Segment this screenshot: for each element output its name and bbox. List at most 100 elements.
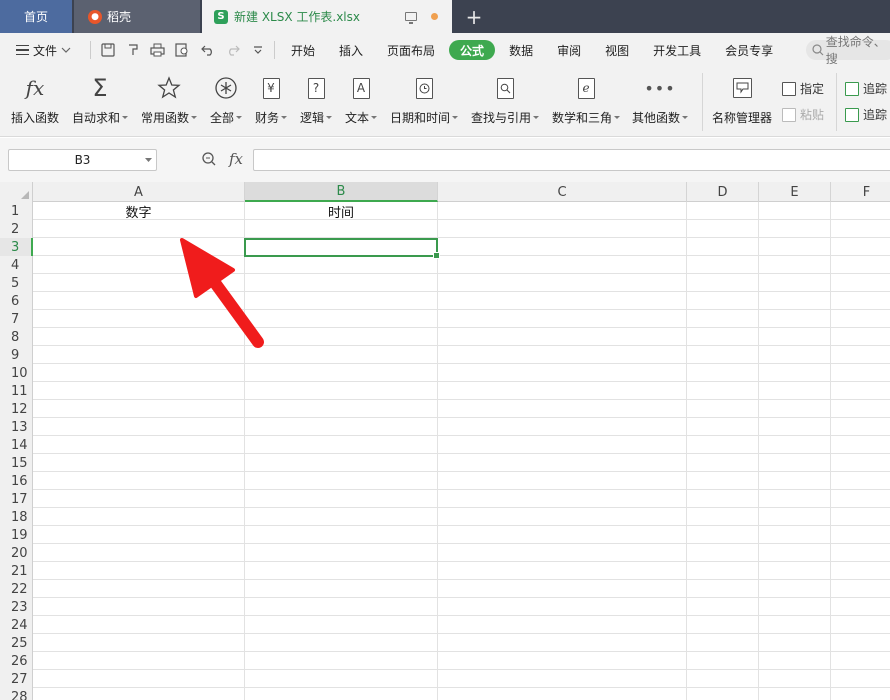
table-row: 2 [0,220,890,238]
assign-name-button[interactable]: 指定 [782,80,824,97]
row-header[interactable]: 22 [0,580,33,598]
monitor-icon[interactable] [405,12,417,24]
name-manager-button[interactable]: 名称管理器 [712,75,772,126]
row-header[interactable]: 1 [0,202,33,220]
undo-icon[interactable] [195,44,220,56]
menu-item-data[interactable]: 数据 [497,40,545,60]
row-header[interactable]: 23 [0,598,33,616]
fx-icon[interactable]: fx [229,150,243,168]
zoom-icon[interactable] [201,151,217,167]
financial-button[interactable]: ¥ 财务 [255,75,288,126]
column-header-e[interactable]: E [759,182,831,202]
table-row: 10 [0,364,890,382]
column-header-d[interactable]: D [687,182,759,202]
math-e-icon: e [577,77,595,99]
column-header-c[interactable]: C [438,182,687,202]
row-header[interactable]: 2 [0,220,33,238]
name-box-value: B3 [74,153,91,167]
logical-button[interactable]: ? 逻辑 [300,75,333,126]
row-header[interactable]: 5 [0,274,33,292]
menu-item-page-layout[interactable]: 页面布局 [375,40,447,60]
new-tab-plus-icon[interactable]: + [462,0,486,33]
row-header[interactable]: 11 [0,382,33,400]
column-headers: A B C D E F [0,182,890,202]
row-header[interactable]: 26 [0,652,33,670]
row-header[interactable]: 27 [0,670,33,688]
column-header-a[interactable]: A [33,182,245,202]
text-a-icon: A [352,77,370,99]
print-icon[interactable] [145,43,170,57]
row-header[interactable]: 6 [0,292,33,310]
command-search-input[interactable]: 查找命令、搜 [806,35,890,66]
row-header[interactable]: 18 [0,508,33,526]
customize-quick-access-icon[interactable] [245,46,270,54]
redo-icon[interactable] [220,44,245,56]
select-all-corner[interactable] [0,182,33,202]
row-header[interactable]: 25 [0,634,33,652]
active-cell-b3[interactable] [244,238,440,259]
row-header[interactable]: 15 [0,454,33,472]
spreadsheet-grid[interactable]: A B C D E F 1 数字 时间 2 3 4 5 6 7 8 9 10 11 12 13 14 15 16 1… [0,182,890,700]
all-functions-button[interactable]: 全部 [210,75,243,126]
menu-item-developer[interactable]: 开发工具 [641,40,713,60]
trace-precedents-button[interactable]: 追踪 [845,80,887,97]
paste-name-button[interactable]: 粘贴 [782,106,824,123]
row-header[interactable]: 9 [0,346,33,364]
menu-item-membership[interactable]: 会员专享 [713,40,785,60]
row-header[interactable]: 12 [0,400,33,418]
text-functions-label: 文本 [345,111,370,125]
trace-dependents-button[interactable]: 追踪 [845,106,887,123]
file-menu-button[interactable]: 文件 [0,42,86,59]
tab-daoke[interactable]: ● 稻壳 [74,0,200,33]
tab-home-label: 首页 [23,10,48,24]
column-header-f[interactable]: F [831,182,890,202]
row-header[interactable]: 8 [0,328,33,346]
menu-item-insert[interactable]: 插入 [327,40,375,60]
menu-item-review[interactable]: 审阅 [545,40,593,60]
row-header[interactable]: 28 [0,688,33,700]
paste-label: 粘贴 [800,108,825,122]
row-header[interactable]: 3 [0,238,33,256]
tab-home[interactable]: 首页 [0,0,72,33]
row-header[interactable]: 19 [0,526,33,544]
name-box[interactable]: B3 [8,149,157,171]
row-header[interactable]: 10 [0,364,33,382]
assign-icon [782,81,796,96]
tab-document[interactable]: S 新建 XLSX 工作表.xlsx [202,0,452,33]
table-row: 23 [0,598,890,616]
menu-item-formulas[interactable]: 公式 [449,40,496,60]
star-icon [157,75,181,101]
lookup-reference-button[interactable]: 查找与引用 [471,75,540,126]
row-header[interactable]: 4 [0,256,33,274]
cell-b1[interactable]: 时间 [245,202,437,221]
more-functions-button[interactable]: ••• 其他函数 [632,75,689,126]
row-header[interactable]: 7 [0,310,33,328]
row-header[interactable]: 14 [0,436,33,454]
autosum-button[interactable]: Σ 自动求和 [72,74,129,126]
text-functions-button[interactable]: A 文本 [345,75,378,126]
row-header[interactable]: 20 [0,544,33,562]
row-header[interactable]: 13 [0,418,33,436]
save-icon[interactable] [95,43,120,57]
menu-item-start[interactable]: 开始 [279,40,327,60]
format-painter-icon[interactable] [120,43,145,57]
print-preview-icon[interactable] [170,43,195,57]
insert-function-button[interactable]: fx 插入函数 [11,75,59,126]
command-search-placeholder: 查找命令、搜 [825,35,886,66]
date-time-button[interactable]: 日期和时间 [390,75,459,126]
divider [274,41,275,59]
row-header[interactable]: 17 [0,490,33,508]
formula-input[interactable] [253,149,890,171]
column-header-b[interactable]: B [245,182,438,202]
name-box-dropdown-icon[interactable] [145,158,152,163]
row-header[interactable]: 16 [0,472,33,490]
unsaved-dot-icon [431,13,438,20]
cell-a1[interactable]: 数字 [33,202,244,221]
table-row: 26 [0,652,890,670]
row-header[interactable]: 21 [0,562,33,580]
row-header[interactable]: 24 [0,616,33,634]
common-functions-button[interactable]: 常用函数 [141,75,198,126]
caret-down-icon [614,116,621,119]
math-trig-button[interactable]: e 数学和三角 [552,75,621,126]
menu-item-view[interactable]: 视图 [593,40,641,60]
